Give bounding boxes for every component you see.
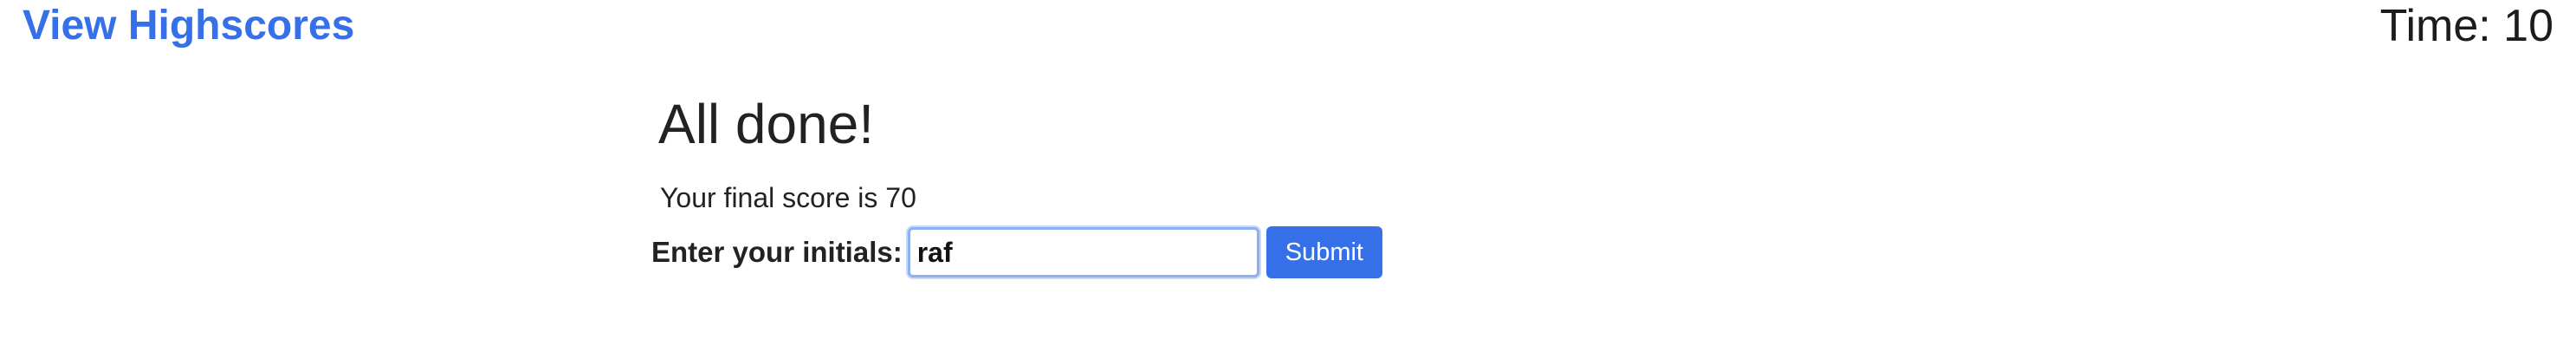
submit-button[interactable]: Submit — [1265, 226, 1382, 278]
quiz-page: View Highscores Time: 10 All done! Your … — [0, 0, 2576, 359]
result-panel: All done! Your final score is 70 — [658, 87, 1524, 215]
final-score-text: Your final score is 70 — [660, 182, 916, 213]
timer-display: Time: 10 — [2379, 1, 2553, 51]
initials-input[interactable] — [907, 227, 1259, 277]
result-title: All done! — [658, 93, 875, 155]
view-highscores-link[interactable]: View Highscores — [23, 0, 354, 52]
initials-form: Enter your initials: Submit — [651, 222, 1382, 283]
initials-label: Enter your initials: — [651, 236, 903, 268]
